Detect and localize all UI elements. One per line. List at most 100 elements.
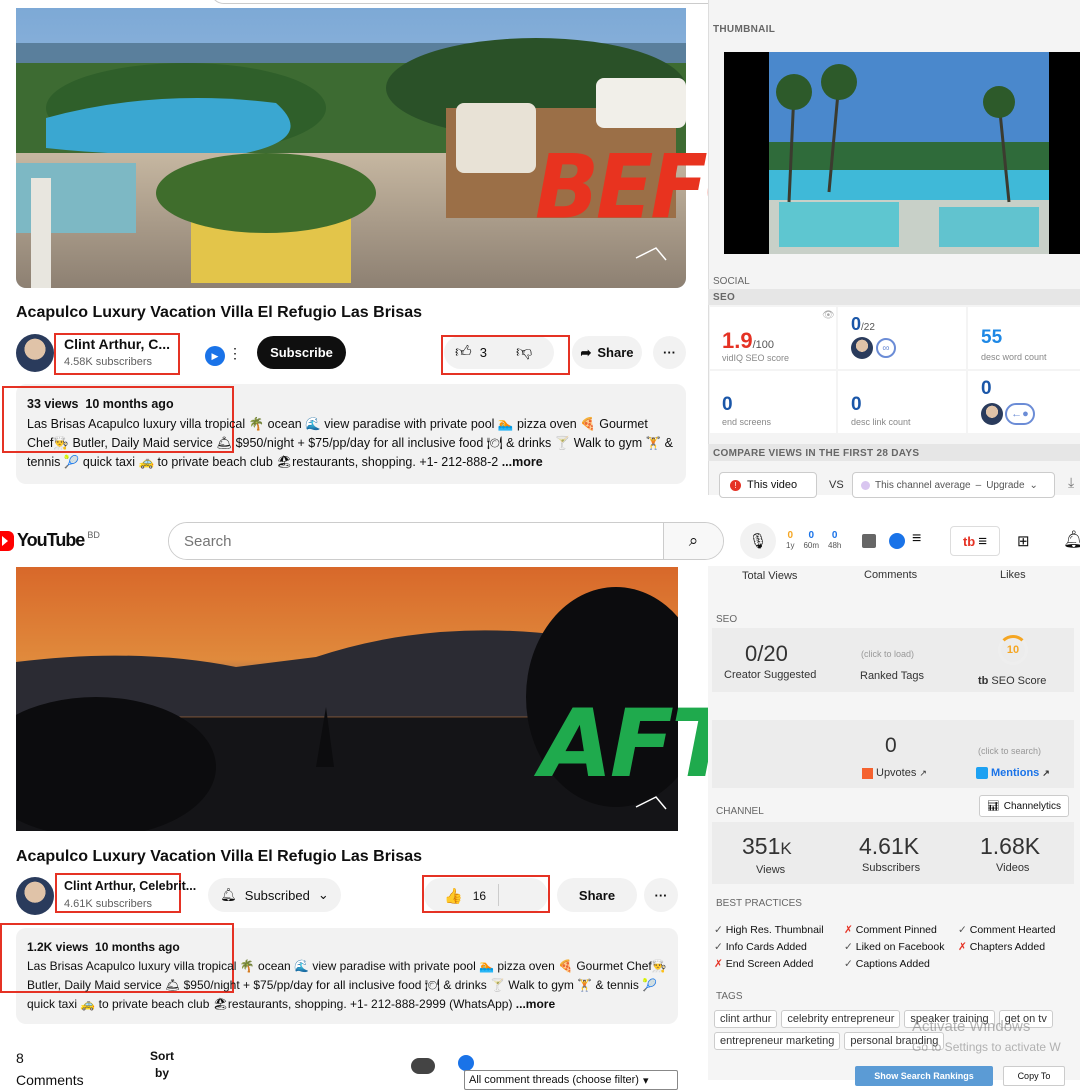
- copy-to-button[interactable]: Copy To: [1003, 1066, 1065, 1086]
- bp-comment-pinned: ✗ Comment Pinned: [844, 924, 937, 936]
- desc-word-count: 55: [981, 327, 1003, 348]
- tb-seo-label: SEO: [716, 614, 738, 625]
- tag-chip[interactable]: clint arthur: [714, 1010, 778, 1028]
- download-icon[interactable]: ⤓: [1068, 474, 1074, 491]
- click-to-load-link[interactable]: (click to load): [861, 649, 914, 659]
- channel-avatar-after[interactable]: [16, 877, 54, 915]
- ranked-tags-label: Ranked Tags: [860, 670, 925, 682]
- menu-icon[interactable]: ≡: [912, 530, 921, 548]
- compare-label: COMPARE VIEWS IN THE FIRST 28 DAYS: [713, 448, 920, 459]
- like-count-after: 16: [472, 889, 487, 903]
- tag-chip[interactable]: entrepreneur marketing: [714, 1032, 841, 1050]
- youtube-play-icon: [0, 530, 14, 551]
- sort-by-button[interactable]: Sort by: [147, 1048, 177, 1082]
- tubebuddy-menu-button[interactable]: tb ≡: [950, 526, 1000, 556]
- seo-score-max: /100: [752, 339, 775, 351]
- seo-label: SEO: [713, 292, 736, 303]
- more-link-after[interactable]: ...more: [516, 997, 555, 1011]
- tb-seo-score-value: 10: [1006, 644, 1020, 656]
- subscribed-button[interactable]: 🔔︎ Subscribed ⌄: [208, 878, 341, 912]
- this-video-select[interactable]: ! This video: [719, 472, 817, 498]
- video-title-after: Acapulco Luxury Vacation Villa El Refugi…: [16, 848, 423, 865]
- share-button[interactable]: ➦ Share: [572, 336, 642, 369]
- channel-name-after[interactable]: Clint Arthur, Celebrit...: [64, 879, 196, 893]
- channelytics-button[interactable]: 📊︎ Channelytics: [979, 795, 1069, 817]
- bar-chart-small-icon: 📊︎: [987, 800, 1000, 812]
- upvote-icon: [862, 767, 873, 779]
- subscriber-count-after: 4.61K subscribers: [64, 898, 153, 910]
- social-label: SOCIAL: [713, 276, 750, 287]
- channel-views: 351K: [742, 833, 792, 860]
- dislike-button[interactable]: 👎︎: [516, 343, 532, 362]
- purple-dot-icon: [861, 480, 870, 490]
- tubebuddy-logo-icon: tb: [962, 533, 976, 549]
- search-button[interactable]: ⌕: [663, 523, 723, 559]
- channel-views-unit: K: [780, 839, 792, 858]
- description-text-after: Las Brisas Acapulco luxury villa tropica…: [27, 957, 672, 1014]
- link-icon: ∞: [876, 338, 896, 358]
- upvotes-label: Upvotes: [876, 767, 917, 779]
- channel-views-value: 351: [742, 833, 781, 859]
- like-button-after[interactable]: 👍 16: [444, 887, 486, 905]
- bell-icon[interactable]: 🔔︎: [1063, 530, 1080, 550]
- creator-suggested-value: 0/20: [745, 641, 788, 666]
- thumbnail-image: [769, 52, 1049, 254]
- likes-stat-label: Likes: [1000, 569, 1026, 581]
- hamburger-icon: ≡: [978, 532, 988, 550]
- total-views-label: Total Views: [742, 570, 798, 582]
- bp-high-res-thumbnail: ✓ High Res. Thumbnail: [714, 924, 824, 936]
- channel-subs-label: Subscribers: [862, 862, 921, 874]
- upvotes-link[interactable]: Upvotes ↗: [862, 767, 927, 779]
- seo-score-value: 1.9: [722, 328, 753, 353]
- show-search-rankings-button[interactable]: Show Search Rankings: [855, 1066, 993, 1086]
- desc-word-caption: desc word count: [981, 352, 1047, 362]
- channel-name[interactable]: Clint Arthur, C...: [64, 336, 170, 352]
- channel-average-label: This channel average: [875, 479, 971, 491]
- tags-label: TAGS: [716, 991, 743, 1002]
- bp-info-cards: ✓ Info Cards Added: [714, 941, 807, 953]
- bp-end-screen: ✗ End Screen Added: [714, 958, 814, 970]
- bp-chapters: ✗ Chapters Added: [958, 941, 1046, 953]
- subscribe-button[interactable]: Subscribe: [257, 336, 346, 369]
- channel-videos-label: Videos: [996, 862, 1030, 874]
- upgrade-label[interactable]: Upgrade: [986, 480, 1024, 491]
- create-icon[interactable]: ⊞: [1017, 532, 1030, 550]
- views-date: 33 views 10 months ago: [27, 397, 174, 411]
- cloud-icon[interactable]: [411, 1058, 435, 1074]
- ext-stats[interactable]: 0 1y 0 60m 0 48h: [786, 530, 841, 550]
- views-date-after: 1.2K views 10 months ago: [27, 940, 180, 954]
- more-link[interactable]: ...more: [502, 455, 543, 469]
- best-practices-list: ✓ High Res. Thumbnail ✗ Comment Pinned ✓…: [714, 922, 1080, 973]
- like-divider: [498, 884, 499, 906]
- more-vert-icon[interactable]: ⋮: [228, 345, 242, 362]
- extension-icon[interactable]: ▶: [205, 346, 225, 366]
- subscriber-count: 4.58K subscribers: [64, 356, 153, 368]
- search-input[interactable]: [169, 523, 663, 559]
- like-button[interactable]: 👍︎ 3: [455, 343, 487, 362]
- mentions-link[interactable]: Mentions ↗: [976, 767, 1050, 779]
- creator-avatar-icon: [851, 337, 873, 359]
- tb-seo-score-ring: 10: [998, 635, 1028, 665]
- search-bar: ⌕: [168, 522, 724, 560]
- channel-average-select[interactable]: This channel average – Upgrade ⌄: [852, 472, 1055, 498]
- share-button-after[interactable]: Share: [557, 878, 637, 912]
- more-actions-button-after[interactable]: ···: [644, 878, 678, 912]
- click-to-search-link[interactable]: (click to search): [978, 746, 1041, 756]
- windows-watermark-sub: Go to Settings to activate W: [912, 1040, 1061, 1054]
- vidiq-small-icon[interactable]: [458, 1055, 474, 1071]
- mentions-label: Mentions: [991, 767, 1040, 779]
- thumb-up-icon: 👍︎: [455, 344, 472, 361]
- youtube-logo[interactable]: YouTube BD: [0, 530, 100, 551]
- desc-link-caption: desc link count: [851, 417, 911, 427]
- voice-search-button[interactable]: 🎙︎: [740, 523, 776, 559]
- comment-filter-select[interactable]: All comment threads (choose filter) ▾: [464, 1070, 678, 1090]
- channel-views-label: Views: [756, 864, 786, 876]
- bar-chart-icon[interactable]: [862, 534, 876, 548]
- bp-comment-hearted: ✓ Comment Hearted: [958, 924, 1056, 936]
- channel-avatar[interactable]: [16, 334, 54, 372]
- vidiq-icon[interactable]: [889, 533, 905, 549]
- tag-chip[interactable]: celebrity entrepreneur: [781, 1010, 901, 1028]
- this-video-label: This video: [747, 479, 798, 491]
- eye-icon: 👁︎: [822, 310, 835, 321]
- more-actions-button[interactable]: ···: [653, 336, 686, 369]
